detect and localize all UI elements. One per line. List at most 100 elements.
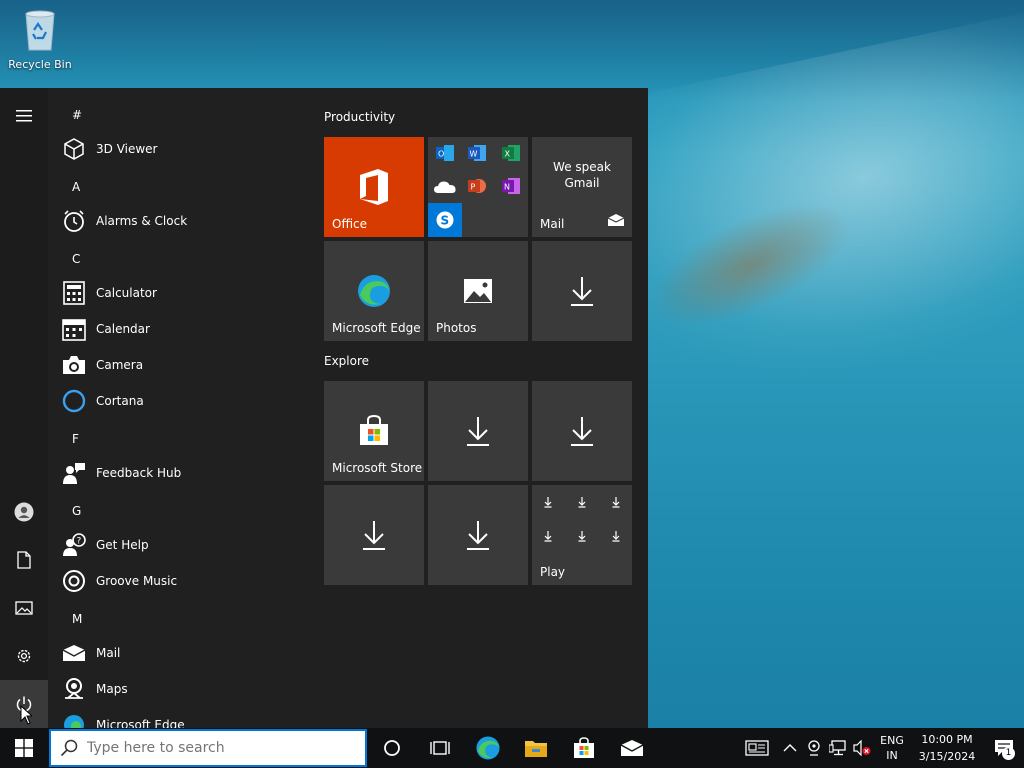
tile-download-placeholder[interactable] xyxy=(324,485,424,585)
pictures-button[interactable] xyxy=(0,584,48,632)
network-icon xyxy=(829,740,846,756)
volume-tray-button[interactable] xyxy=(850,728,874,768)
input-language-button[interactable]: ENG IN xyxy=(874,733,910,763)
tile-download-placeholder[interactable] xyxy=(428,381,528,481)
desktop-icon-label: Recycle Bin xyxy=(8,58,72,71)
app-camera[interactable]: Camera xyxy=(60,347,300,383)
app-maps[interactable]: Maps xyxy=(60,671,300,707)
app-3d-viewer[interactable]: 3D Viewer xyxy=(60,131,300,167)
download-icons-grid xyxy=(542,495,622,549)
action-center-button[interactable]: 1 xyxy=(984,728,1024,768)
store-icon xyxy=(574,737,594,758)
app-cortana[interactable]: Cortana xyxy=(60,383,300,419)
svg-text:P: P xyxy=(471,183,476,192)
tile-download-placeholder[interactable] xyxy=(428,485,528,585)
tile-mail[interactable]: We speak Gmail Mail xyxy=(532,137,632,237)
tile-mail-line2: Gmail xyxy=(564,176,600,190)
group-header-c[interactable]: C xyxy=(72,252,80,266)
app-mail[interactable]: Mail xyxy=(60,635,300,671)
taskbar: ENG IN 10:00 PM 3/15/2024 1 xyxy=(0,728,1024,768)
tile-office-apps-group[interactable]: O W X P N S xyxy=(428,137,528,237)
feedback-icon xyxy=(60,459,88,487)
edge-icon xyxy=(476,736,500,760)
taskbar-mail-button[interactable] xyxy=(608,728,656,768)
chevron-up-icon xyxy=(783,744,797,752)
app-label: Feedback Hub xyxy=(96,466,182,480)
group-header-g[interactable]: G xyxy=(72,504,81,518)
app-label: Calendar xyxy=(96,322,150,336)
alarm-clock-icon xyxy=(60,207,88,235)
clock-button[interactable]: 10:00 PM 3/15/2024 xyxy=(916,731,978,765)
tile-microsoft-edge[interactable]: Microsoft Edge xyxy=(324,241,424,341)
edge-icon xyxy=(60,711,88,728)
group-header-hash[interactable]: # xyxy=(72,108,82,122)
desktop-icon-recycle-bin[interactable]: Recycle Bin xyxy=(6,8,74,71)
system-tray: ENG IN 10:00 PM 3/15/2024 1 xyxy=(736,728,1024,768)
app-label: Microsoft Edge xyxy=(96,718,185,728)
network-tray-button[interactable] xyxy=(826,728,850,768)
start-button[interactable] xyxy=(0,728,48,768)
webcam-tray-button[interactable] xyxy=(802,728,826,768)
powerpoint-icon: P xyxy=(468,178,486,198)
outlook-icon: O xyxy=(436,145,454,165)
svg-text:?: ? xyxy=(77,537,82,547)
tile-microsoft-store[interactable]: Microsoft Store xyxy=(324,381,424,481)
show-hidden-icons-button[interactable] xyxy=(778,728,802,768)
task-view-icon xyxy=(430,741,450,755)
volume-muted-icon xyxy=(853,740,871,756)
section-title-explore[interactable]: Explore xyxy=(324,354,369,368)
app-label: Mail xyxy=(96,646,121,660)
recycle-bin-icon xyxy=(20,8,60,52)
app-microsoft-edge[interactable]: Microsoft Edge xyxy=(60,707,300,728)
skype-icon: S xyxy=(428,203,462,237)
search-input[interactable] xyxy=(87,740,347,756)
app-alarms-clock[interactable]: Alarms & Clock xyxy=(60,203,300,239)
app-label: Groove Music xyxy=(96,574,178,588)
webcam-icon xyxy=(808,740,820,756)
tile-play-folder[interactable]: Play xyxy=(532,485,632,585)
cortana-circle-icon xyxy=(384,740,400,756)
download-icon xyxy=(324,485,424,585)
app-calculator[interactable]: Calculator xyxy=(60,275,300,311)
tile-download-placeholder[interactable] xyxy=(532,381,632,481)
svg-text:X: X xyxy=(505,150,511,159)
app-feedback-hub[interactable]: Feedback Hub xyxy=(60,455,300,491)
taskbar-edge-button[interactable] xyxy=(464,728,512,768)
taskbar-store-button[interactable] xyxy=(560,728,608,768)
documents-button[interactable] xyxy=(0,536,48,584)
tile-office[interactable]: Office xyxy=(324,137,424,237)
group-header-f[interactable]: F xyxy=(72,432,79,446)
taskbar-search-box[interactable] xyxy=(49,729,367,767)
search-icon xyxy=(51,739,87,757)
hamburger-menu-button[interactable] xyxy=(0,92,48,140)
app-list: # 3D Viewer A Alarms & Clock C Calculato… xyxy=(48,88,308,728)
group-header-m[interactable]: M xyxy=(72,612,82,626)
news-widget-button[interactable] xyxy=(736,728,778,768)
app-label: Alarms & Clock xyxy=(96,214,188,228)
taskbar-file-explorer-button[interactable] xyxy=(512,728,560,768)
tile-label: Office xyxy=(332,217,368,231)
tile-mail-line1: We speak xyxy=(553,160,611,174)
mail-icon xyxy=(620,740,644,756)
tile-label: Mail xyxy=(540,217,565,231)
notification-badge: 1 xyxy=(1002,747,1015,760)
app-label: Maps xyxy=(96,682,128,696)
group-header-a[interactable]: A xyxy=(72,180,80,194)
tile-photos[interactable]: Photos xyxy=(428,241,528,341)
app-calendar[interactable]: Calendar xyxy=(60,311,300,347)
download-icon xyxy=(428,485,528,585)
account-button[interactable] xyxy=(0,488,48,536)
app-groove-music[interactable]: Groove Music xyxy=(60,563,300,599)
download-icon xyxy=(532,241,632,341)
picture-icon xyxy=(15,601,33,615)
task-view-button[interactable] xyxy=(416,728,464,768)
tile-download-placeholder[interactable] xyxy=(532,241,632,341)
tile-label: Microsoft Store xyxy=(332,461,423,475)
user-icon xyxy=(14,502,34,522)
settings-button[interactable] xyxy=(0,632,48,680)
app-get-help[interactable]: ? Get Help xyxy=(60,527,300,563)
cortana-taskbar-button[interactable] xyxy=(368,728,416,768)
svg-text:N: N xyxy=(504,183,510,192)
section-title-productivity[interactable]: Productivity xyxy=(324,110,395,124)
onenote-icon: N xyxy=(502,178,520,198)
